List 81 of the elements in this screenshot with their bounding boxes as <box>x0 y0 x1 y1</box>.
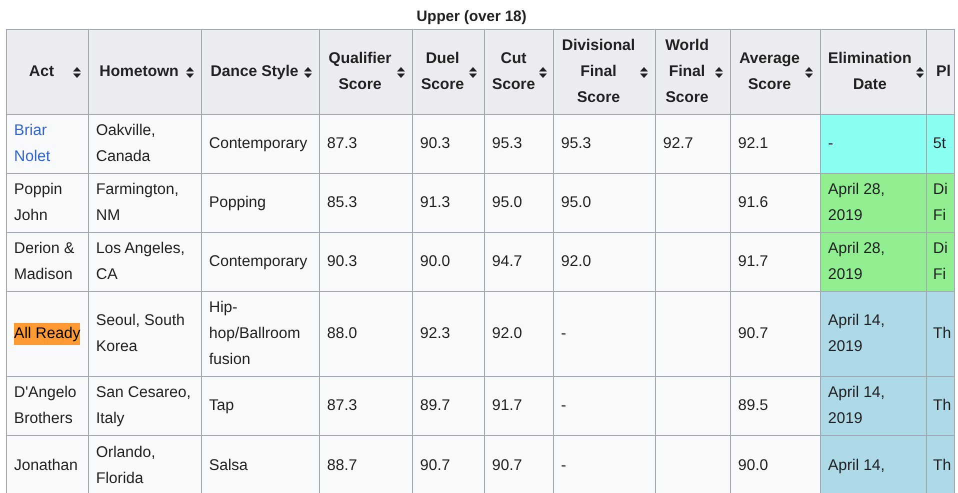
table-cell: 88.0 <box>320 292 412 376</box>
table-cell: 91.3 <box>412 174 484 232</box>
table-cell: 91.7 <box>484 376 554 436</box>
table-cell: Seoul, South Korea <box>88 292 202 376</box>
table-cell: 88.7 <box>320 436 412 493</box>
elimination-date-cell: April 28, 2019 <box>820 232 926 292</box>
table-cell: D'Angelo Brothers <box>6 376 88 436</box>
column-header[interactable]: Duel Score <box>412 30 484 114</box>
elimination-date-cell: April 14, <box>820 436 926 493</box>
sort-icon[interactable] <box>469 66 477 78</box>
table-cell: 90.7 <box>412 436 484 493</box>
place-cell: Th <box>926 376 954 436</box>
table-cell: 87.3 <box>320 114 412 174</box>
elimination-date-cell: April 14, 2019 <box>820 292 926 376</box>
table-cell: Farmington, NM <box>88 174 202 232</box>
table-cell: - <box>554 292 656 376</box>
elimination-date-cell: - <box>820 114 926 174</box>
table-cell: Los Angeles, CA <box>88 232 202 292</box>
table-cell: 95.3 <box>484 114 554 174</box>
table-cell: 85.3 <box>320 174 412 232</box>
sort-icon[interactable] <box>73 66 81 78</box>
column-header[interactable]: Hometown <box>88 30 202 114</box>
place-cell: Th <box>926 292 954 376</box>
table-cell: Popping <box>202 174 320 232</box>
sort-icon[interactable] <box>397 66 405 78</box>
place-cell: 5t <box>926 114 954 174</box>
table-cell: 90.7 <box>730 292 820 376</box>
table-cell: 89.5 <box>730 376 820 436</box>
column-header: Pl <box>926 30 954 114</box>
table-cell: Jonathan <box>6 436 88 493</box>
table-cell: 91.6 <box>730 174 820 232</box>
place-cell: Th <box>926 436 954 493</box>
table-cell: 92.0 <box>484 292 554 376</box>
table-cell: - <box>554 376 656 436</box>
column-header[interactable]: Qualifier Score <box>320 30 412 114</box>
place-cell: Di Fi <box>926 232 954 292</box>
sort-icon[interactable] <box>715 66 723 78</box>
column-header[interactable]: Dance Style <box>202 30 320 114</box>
table-cell: 90.0 <box>412 232 484 292</box>
table-cell: 92.1 <box>730 114 820 174</box>
table-cell: Contemporary <box>202 232 320 292</box>
table-cell: 92.3 <box>412 292 484 376</box>
table-cell: 90.3 <box>320 232 412 292</box>
table-cell: Orlando, Florida <box>88 436 202 493</box>
table-cell: 89.7 <box>412 376 484 436</box>
table-cell: Oakville, Canada <box>88 114 202 174</box>
column-header[interactable]: Average Score <box>730 30 820 114</box>
sort-icon[interactable] <box>805 66 813 78</box>
sort-icon[interactable] <box>186 66 194 78</box>
table-cell: Salsa <box>202 436 320 493</box>
sort-icon[interactable] <box>304 66 312 78</box>
column-header[interactable]: World Final Score <box>656 30 730 114</box>
table-cell: 87.3 <box>320 376 412 436</box>
table-cell: 95.0 <box>484 174 554 232</box>
sort-icon[interactable] <box>539 66 548 78</box>
elimination-date-cell: April 28, 2019 <box>820 174 926 232</box>
table-cell: Hip-hop/Ballroom fusion <box>202 292 320 376</box>
column-header[interactable]: Cut Score <box>484 30 554 114</box>
table-cell: 94.7 <box>484 232 554 292</box>
elimination-date-cell: April 14, 2019 <box>820 376 926 436</box>
table-cell: 90.3 <box>412 114 484 174</box>
table-cell: - <box>554 436 656 493</box>
table-cell: 95.0 <box>554 174 656 232</box>
sort-icon[interactable] <box>640 66 648 78</box>
table-cell: 90.0 <box>730 436 820 493</box>
table-cell: Poppin John <box>6 174 88 232</box>
table-cell: San Cesareo, Italy <box>88 376 202 436</box>
table-cell: 95.3 <box>554 114 656 174</box>
table-cell: 91.7 <box>730 232 820 292</box>
table-cell: 90.7 <box>484 436 554 493</box>
table-cell: Derion & Madison <box>6 232 88 292</box>
column-header[interactable]: Divisional Final Score <box>554 30 656 114</box>
sort-icon[interactable] <box>916 66 924 78</box>
place-cell: Di Fi <box>926 174 954 232</box>
table-cell: 92.7 <box>656 114 730 174</box>
table-cell: 92.0 <box>554 232 656 292</box>
column-header[interactable]: Act <box>6 30 88 114</box>
table-caption: Upper (over 18) <box>416 8 527 25</box>
table-cell: Contemporary <box>202 114 320 174</box>
column-header[interactable]: Elimination Date <box>820 30 926 114</box>
table-cell: Tap <box>202 376 320 436</box>
